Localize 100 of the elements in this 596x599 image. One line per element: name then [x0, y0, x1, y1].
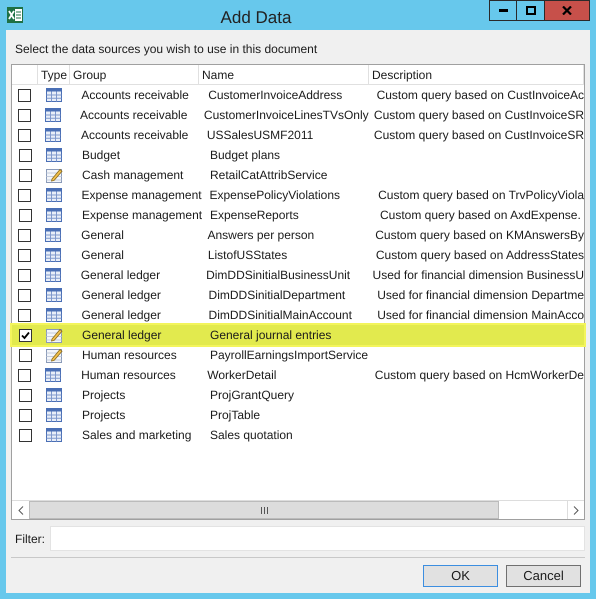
group-cell: Accounts receivable: [81, 88, 189, 102]
checkbox[interactable]: [18, 208, 32, 222]
name-cell: PayrollEarningsImportService: [210, 348, 368, 362]
checkbox[interactable]: [18, 228, 32, 242]
group-cell: General ledger: [82, 308, 161, 322]
checkbox[interactable]: [18, 428, 32, 442]
checkbox[interactable]: [18, 288, 32, 302]
description-cell: Custom query based on AxdExpense.: [380, 208, 581, 222]
table-row[interactable]: Accounts receivable USSalesUSMF2011 Custom query based on CustInvoiceSR: [12, 125, 584, 145]
table-row[interactable]: General ledger General journal entries: [12, 325, 584, 345]
close-button[interactable]: [545, 0, 590, 21]
group-cell: General: [81, 228, 124, 242]
group-cell: Projects: [82, 408, 126, 422]
table-row[interactable]: Sales and marketing Sales quotation: [12, 425, 584, 445]
checkbox[interactable]: [18, 168, 32, 182]
checkbox[interactable]: [18, 108, 32, 122]
table-row[interactable]: General ledger DimDDSinitialDepartment Used for financial dimension Departme: [12, 285, 584, 305]
table-icon: [45, 268, 62, 282]
minimize-button[interactable]: [489, 0, 517, 21]
name-cell: RetailCatAttribService: [210, 168, 328, 182]
checkmark-icon: [20, 330, 30, 340]
name-cell: General journal entries: [210, 328, 332, 342]
checkbox[interactable]: [18, 368, 32, 382]
group-cell: General ledger: [82, 328, 162, 342]
group-cell: Sales and marketing: [82, 428, 192, 442]
horizontal-scrollbar[interactable]: [12, 500, 584, 519]
description-cell: Custom query based on TrvPolicyViola: [378, 188, 584, 202]
column-header[interactable]: Type: [38, 65, 70, 84]
name-cell: DimDDSinitialBusinessUnit: [206, 268, 350, 282]
filter-field[interactable]: [50, 526, 585, 551]
description-cell: Custom query based on HcmWorkerDe: [374, 368, 584, 382]
scroll-right-icon[interactable]: [573, 506, 579, 514]
name-cell: ListofUSStates: [208, 248, 288, 262]
table-icon: [45, 368, 62, 382]
table-row[interactable]: Projects ProjTable: [12, 405, 584, 425]
table-icon: [46, 288, 62, 302]
table-icon: [46, 188, 62, 202]
table-row[interactable]: General Answers per person Custom query based on KMAnswersBy: [12, 225, 584, 245]
instruction-text: Select the data sources you wish to use in this document: [15, 41, 318, 58]
maximize-button[interactable]: [517, 0, 545, 21]
checkbox[interactable]: [18, 88, 32, 102]
checkbox[interactable]: [18, 148, 32, 162]
filter-label: Filter:: [14, 530, 46, 548]
name-cell: Sales quotation: [210, 428, 293, 442]
description-cell: Custom query based on KMAnswersBy: [375, 228, 584, 242]
column-header[interactable]: Description: [369, 65, 584, 84]
name-cell: WorkerDetail: [207, 368, 276, 382]
table-row[interactable]: Expense management ExpensePolicyViolations Custom query based on TrvPolicyViola: [12, 185, 584, 205]
table-row[interactable]: General ledger DimDDSinitialBusinessUnit Used for financial dimension BusinessU: [12, 265, 584, 285]
group-cell: General: [81, 248, 124, 262]
checkbox[interactable]: [18, 248, 32, 262]
name-cell: USSalesUSMF2011: [206, 128, 314, 142]
dialog-button[interactable]: Cancel: [506, 565, 581, 587]
name-cell: CustomerInvoiceAddress: [208, 88, 342, 102]
checkbox[interactable]: [18, 268, 32, 282]
group-cell: Expense management: [82, 188, 202, 202]
table-row[interactable]: General ledger DimDDSinitialMainAccount Used for financial dimension MainAcco: [12, 305, 584, 325]
grip-icon: [260, 506, 268, 514]
table-row[interactable]: Human resources PayrollEarningsImportService: [12, 345, 584, 365]
name-cell: ProjTable: [210, 408, 260, 422]
table-row[interactable]: Budget Budget plans: [12, 145, 584, 165]
group-cell: Human resources: [81, 368, 176, 382]
group-cell: Cash management: [82, 168, 184, 182]
group-cell: Projects: [82, 388, 126, 402]
table-row[interactable]: Human resources WorkerDetail Custom query based on HcmWorkerDe: [12, 365, 584, 385]
table-row[interactable]: Expense management ExpenseReports Custom query based on AxdExpense.: [12, 205, 584, 225]
checkbox[interactable]: [18, 348, 32, 362]
group-cell: Accounts receivable: [80, 128, 188, 142]
group-cell: Expense management: [82, 208, 202, 222]
column-header[interactable]: Group: [70, 65, 199, 84]
group-cell: Human resources: [82, 348, 177, 362]
checkbox[interactable]: [18, 308, 32, 322]
window-title: Add Data: [220, 7, 292, 29]
checkbox[interactable]: [18, 328, 32, 342]
name-cell: CustomerInvoiceLinesTVsOnly: [204, 108, 369, 122]
checkbox[interactable]: [18, 388, 32, 402]
table-row[interactable]: General ListofUSStates Custom query based on AddressStates: [12, 245, 584, 265]
table-icon: [46, 148, 62, 162]
table-icon: [46, 428, 62, 442]
group-cell: Budget: [82, 148, 120, 162]
name-cell: DimDDSinitialDepartment: [208, 288, 346, 302]
checkbox[interactable]: [18, 408, 32, 422]
description-cell: Custom query based on CustInvoiceAc: [376, 88, 584, 102]
checkbox[interactable]: [18, 128, 32, 142]
table-row[interactable]: Cash management RetailCatAttribService: [12, 165, 584, 185]
name-cell: ExpensePolicyViolations: [210, 188, 340, 202]
name-cell: ProjGrantQuery: [210, 388, 294, 402]
scrollbar-thumb[interactable]: [29, 501, 499, 519]
table-row[interactable]: Accounts receivable CustomerInvoiceAddress Custom query based on CustInvoiceAc: [12, 85, 584, 105]
form-pencil-icon: [46, 347, 62, 363]
table-row[interactable]: Accounts receivable CustomerInvoiceLinesTVsOnly Custom query based on CustInvoiceSR: [12, 105, 584, 125]
scroll-left-icon[interactable]: [18, 506, 24, 514]
name-cell: ExpenseReports: [210, 208, 299, 222]
column-header[interactable]: Name: [199, 65, 369, 84]
table-icon: [46, 208, 62, 222]
table-row[interactable]: Projects ProjGrantQuery: [12, 385, 584, 405]
checkbox[interactable]: [18, 188, 32, 202]
dialog-button[interactable]: OK: [423, 565, 498, 587]
table-icon: [46, 388, 62, 402]
spreadsheet-logo-icon: [7, 7, 23, 23]
